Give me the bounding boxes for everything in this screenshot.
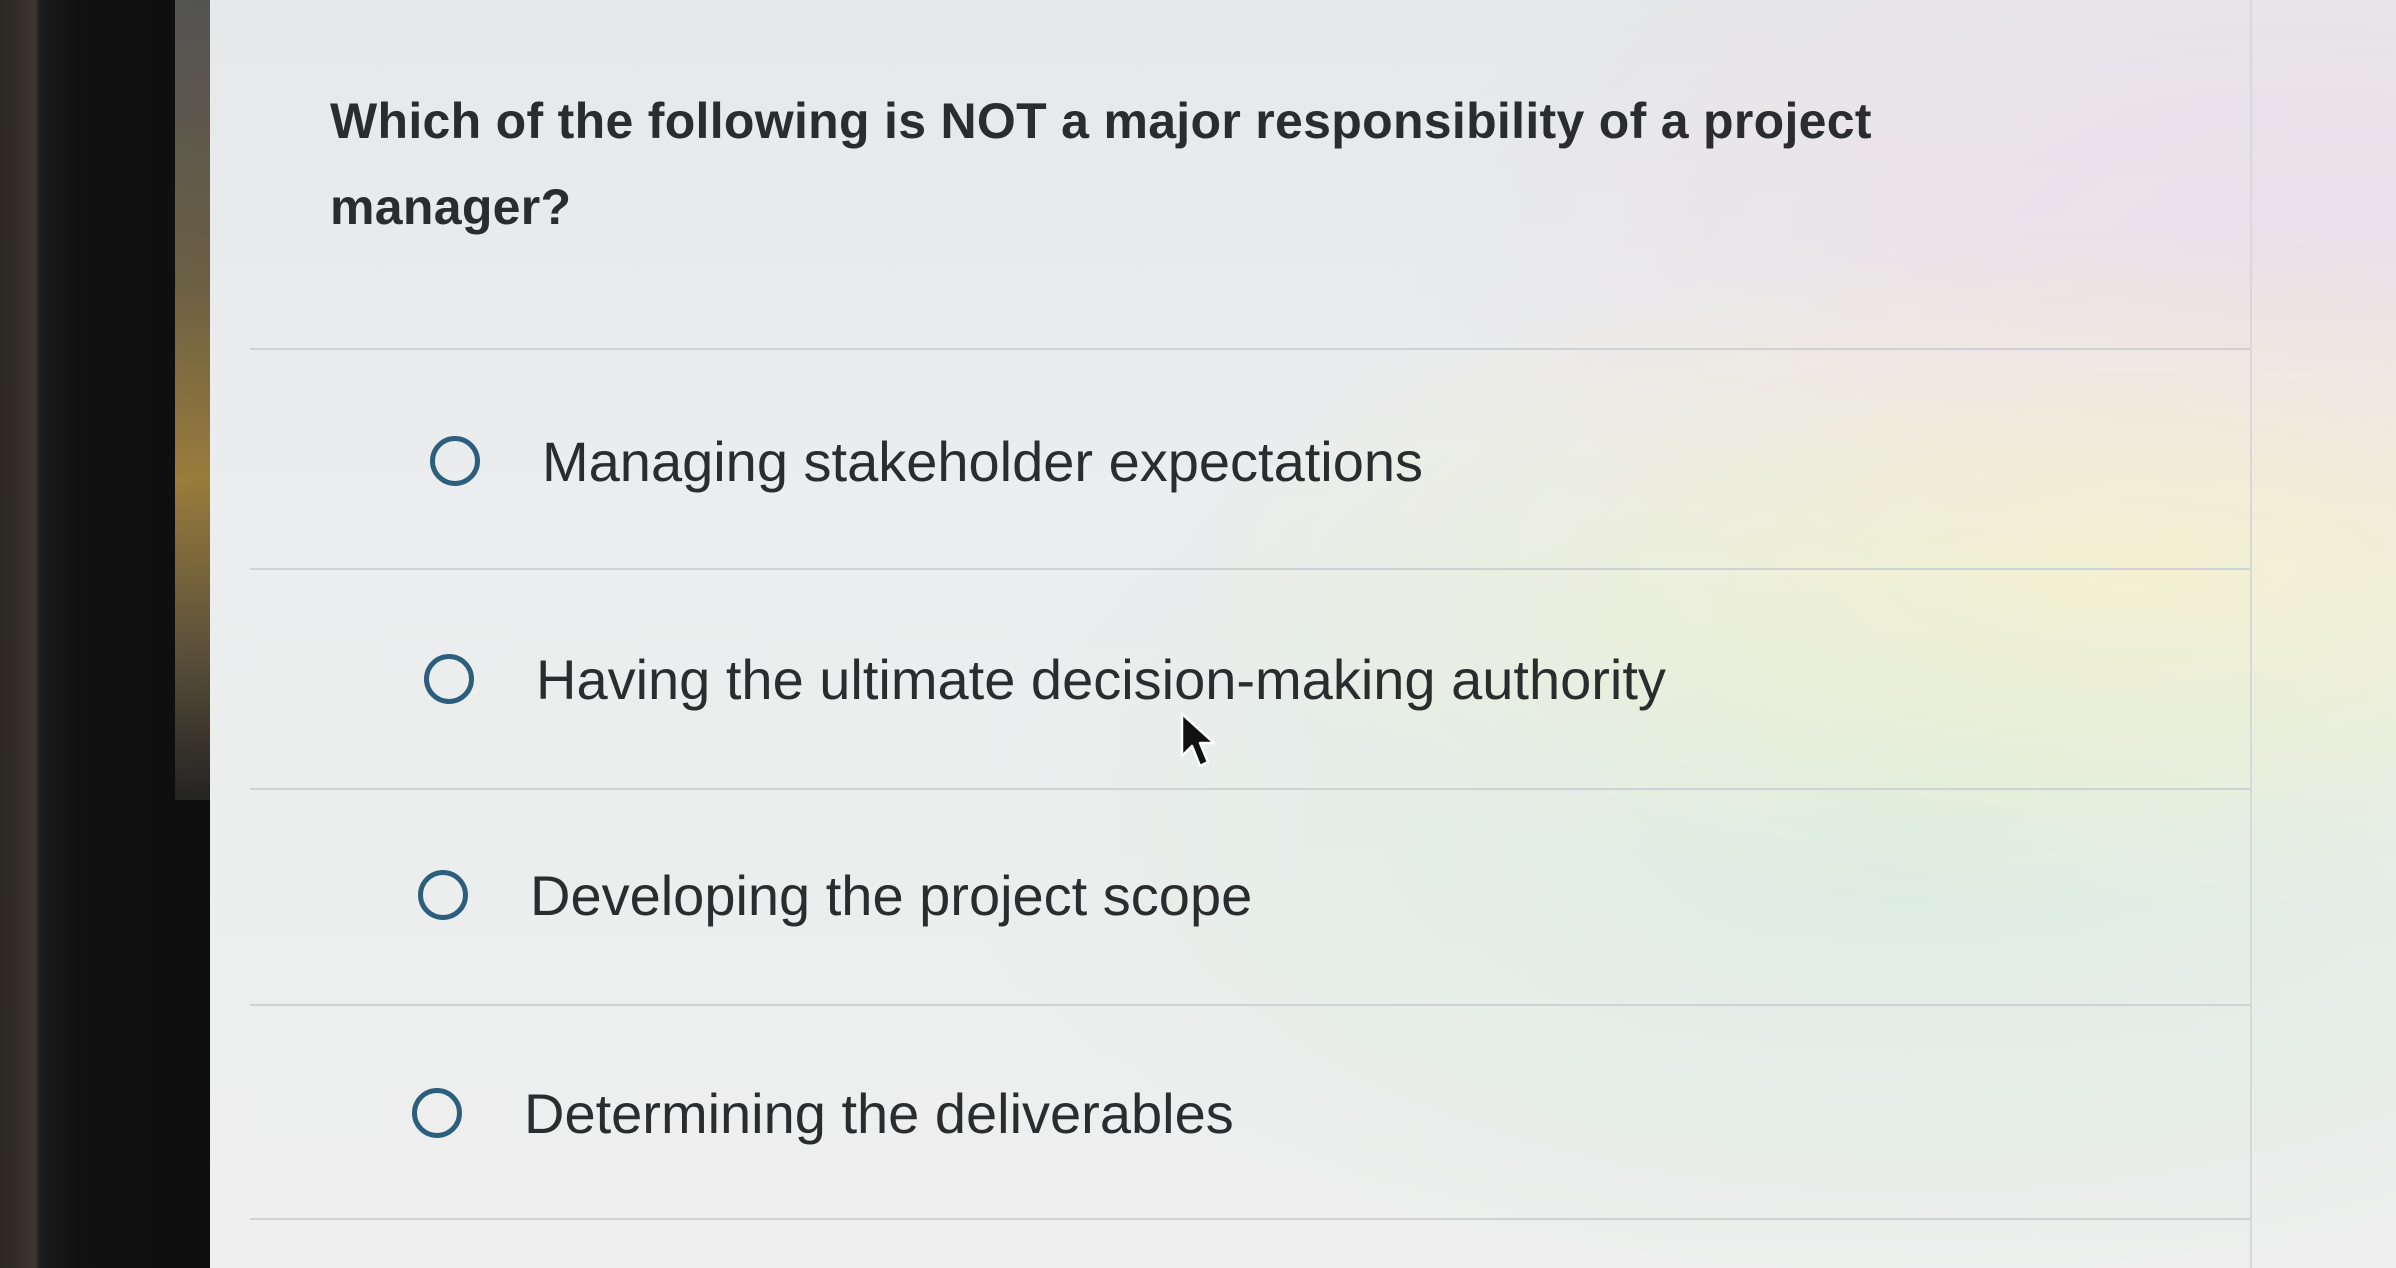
divider (250, 568, 2250, 570)
divider (250, 1218, 2250, 1220)
answer-option-2[interactable]: Having the ultimate decision-making auth… (230, 604, 2396, 754)
answer-option-label: Determining the deliverables (524, 1081, 1234, 1145)
radio-circle-icon[interactable] (412, 1088, 462, 1138)
question-text: Which of the following is NOT a major re… (330, 78, 2030, 250)
divider (250, 1004, 2250, 1006)
answer-option-3[interactable]: Developing the project scope (230, 820, 2396, 970)
radio-circle-icon[interactable] (424, 654, 474, 704)
radio-circle-icon[interactable] (418, 870, 468, 920)
divider (250, 348, 2250, 350)
question-line-2: manager? (330, 179, 572, 235)
photo-stage: Which of the following is NOT a major re… (0, 0, 2396, 1268)
screen: Which of the following is NOT a major re… (210, 0, 2396, 1268)
question-card: Which of the following is NOT a major re… (230, 0, 2252, 1268)
answer-option-label: Managing stakeholder expectations (542, 429, 1424, 493)
answer-option-1[interactable]: Managing stakeholder expectations (230, 386, 2396, 536)
answer-option-4[interactable]: Determining the deliverables (230, 1038, 2396, 1188)
question-line-1: Which of the following is NOT a major re… (330, 93, 1872, 149)
answer-option-label: Having the ultimate decision-making auth… (536, 647, 1666, 711)
divider (250, 788, 2250, 790)
radio-circle-icon[interactable] (430, 436, 480, 486)
mouse-pointer-icon (1180, 712, 1216, 768)
answer-option-label: Developing the project scope (530, 863, 1253, 927)
